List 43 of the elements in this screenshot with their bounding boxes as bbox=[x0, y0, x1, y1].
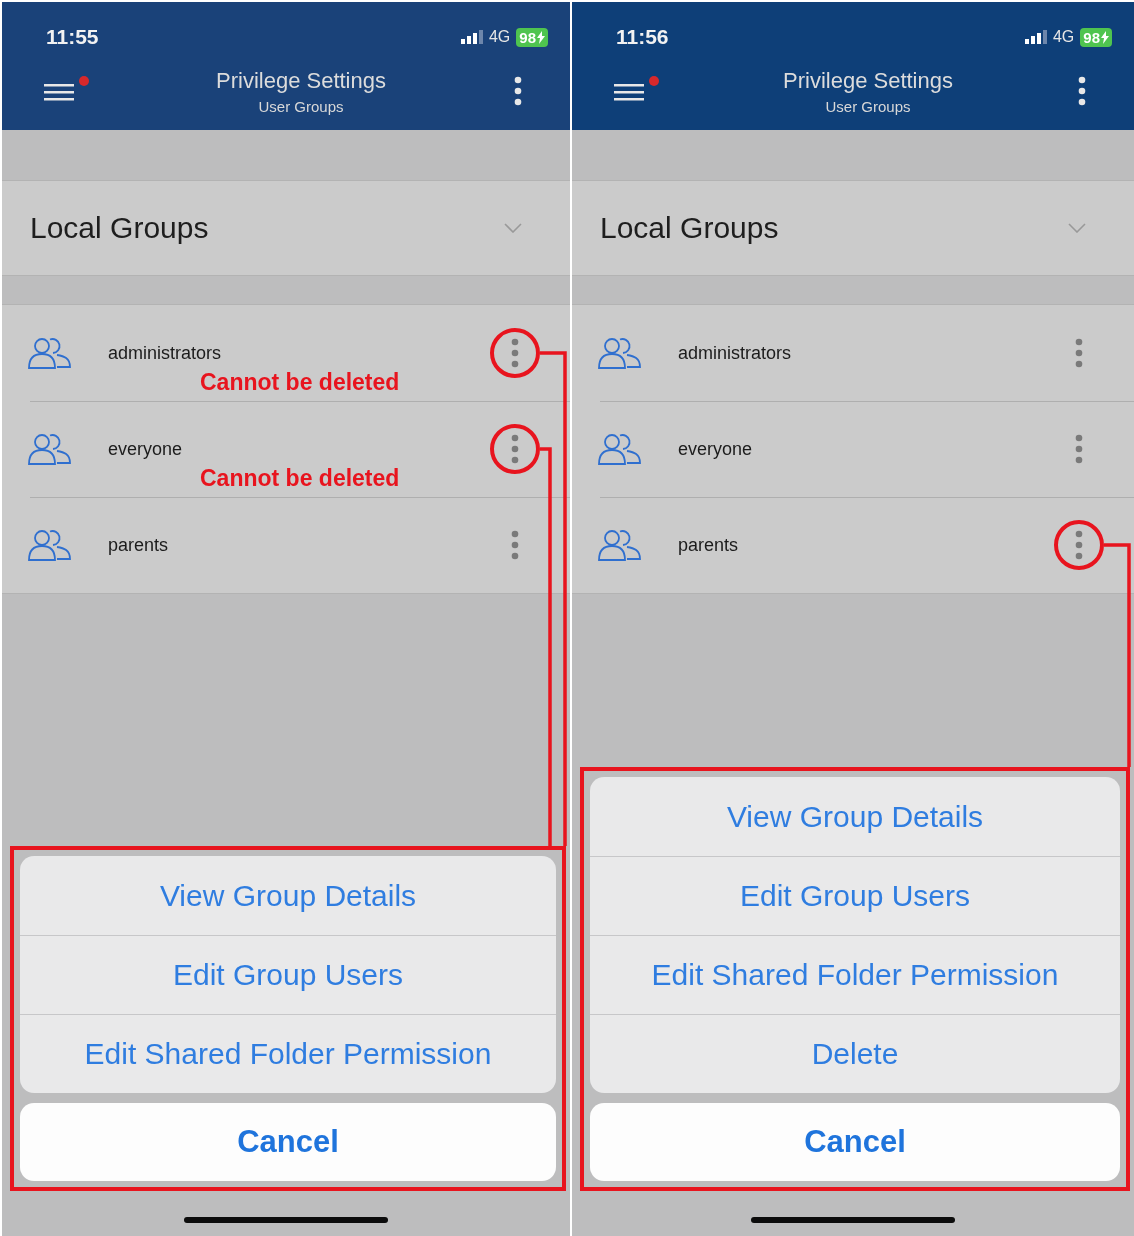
group-icon bbox=[28, 432, 72, 466]
action-item[interactable]: View Group Details bbox=[20, 856, 556, 935]
group-name: parents bbox=[678, 534, 740, 556]
more-icon[interactable] bbox=[1078, 76, 1086, 106]
group-name: everyone bbox=[678, 438, 754, 460]
network-label: 4G bbox=[488, 28, 511, 46]
group-name: administrators bbox=[678, 342, 793, 364]
group-icon bbox=[28, 336, 72, 370]
charging-icon bbox=[537, 30, 545, 44]
group-icon bbox=[598, 336, 642, 370]
more-icon[interactable] bbox=[514, 76, 522, 106]
signal-icon bbox=[460, 30, 483, 44]
status-time: 11:55 bbox=[46, 25, 99, 49]
action-item[interactable]: Delete bbox=[590, 1014, 1120, 1093]
network-label: 4G bbox=[1052, 28, 1075, 46]
group-name: everyone bbox=[108, 438, 184, 460]
battery-indicator: 98 bbox=[1080, 27, 1112, 47]
annotation-note: Cannot be deleted bbox=[200, 465, 400, 492]
screen-subtitle: User Groups bbox=[825, 97, 911, 115]
group-type-dropdown[interactable]: Local Groups bbox=[572, 180, 1134, 276]
cancel-button[interactable]: Cancel bbox=[590, 1103, 1120, 1181]
charging-icon bbox=[1101, 30, 1109, 44]
group-name: parents bbox=[108, 534, 170, 556]
signal-icon bbox=[1024, 30, 1047, 44]
action-item[interactable]: Edit Group Users bbox=[20, 935, 556, 1014]
action-item[interactable]: View Group Details bbox=[590, 777, 1120, 856]
screen-title: Privilege Settings bbox=[783, 67, 953, 94]
annotation-note: Cannot be deleted bbox=[200, 369, 400, 396]
chevron-down-icon bbox=[1068, 223, 1086, 233]
group-icon bbox=[598, 432, 642, 466]
screen-subtitle: User Groups bbox=[258, 97, 344, 115]
group-type-dropdown[interactable]: Local Groups bbox=[2, 180, 570, 276]
group-icon bbox=[28, 528, 72, 562]
status-time: 11:56 bbox=[616, 25, 669, 49]
screen-title: Privilege Settings bbox=[216, 67, 386, 94]
action-item[interactable]: Edit Shared Folder Permission bbox=[20, 1014, 556, 1093]
action-item[interactable]: Edit Shared Folder Permission bbox=[590, 935, 1120, 1014]
chevron-down-icon bbox=[504, 223, 522, 233]
cancel-button[interactable]: Cancel bbox=[20, 1103, 556, 1181]
group-name: administrators bbox=[108, 342, 223, 364]
battery-indicator: 98 bbox=[516, 27, 548, 47]
group-icon bbox=[598, 528, 642, 562]
action-item[interactable]: Edit Group Users bbox=[590, 856, 1120, 935]
